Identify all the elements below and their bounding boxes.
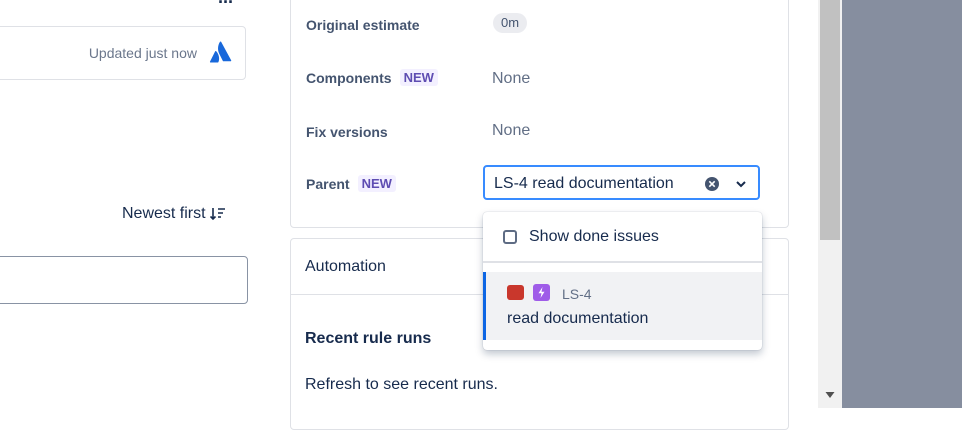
show-done-issues-option[interactable]: Show done issues xyxy=(483,212,762,261)
more-horizontal-icon: ··· xyxy=(218,0,234,12)
sort-order-button[interactable]: Newest first xyxy=(122,205,226,223)
modal-backdrop[interactable] xyxy=(842,0,962,408)
new-lozenge: NEW xyxy=(399,69,438,86)
original-estimate-value[interactable]: 0m xyxy=(493,13,528,33)
automation-title[interactable]: Automation xyxy=(305,258,386,276)
scroll-down-arrow-icon[interactable] xyxy=(823,389,837,401)
new-lozenge: NEW xyxy=(357,175,396,192)
parent-select[interactable]: LS-4 read documentation xyxy=(483,165,760,200)
refresh-hint-text: Refresh to see recent runs. xyxy=(305,376,498,393)
parent-select-value[interactable]: LS-4 read documentation xyxy=(494,175,674,193)
parent-option-ls-4[interactable]: LS-4 read documentation xyxy=(483,272,762,340)
show-done-checkbox[interactable] xyxy=(503,229,517,244)
fix-versions-value[interactable]: None xyxy=(492,122,530,140)
recent-rule-runs-title: Recent rule runs xyxy=(305,330,432,347)
field-label-fix-versions: Fix versions xyxy=(306,124,388,140)
epic-lightning-icon xyxy=(533,284,550,301)
components-value[interactable]: None xyxy=(492,70,530,88)
issue-key: LS-4 xyxy=(562,286,592,302)
dropdown-divider xyxy=(483,261,762,263)
updated-status-card: Updated just now xyxy=(0,26,246,80)
sort-order-label: Newest first xyxy=(122,205,206,222)
atlassian-logo-icon xyxy=(209,41,232,63)
comment-input[interactable] xyxy=(0,256,248,304)
field-label-parent: Parent NEW xyxy=(306,175,396,192)
scrollbar-thumb[interactable] xyxy=(820,0,840,240)
status-square-icon xyxy=(507,285,524,300)
clear-icon[interactable] xyxy=(704,176,720,192)
field-label-original-estimate: Original estimate xyxy=(306,17,420,33)
sort-descending-icon xyxy=(209,208,225,221)
issue-summary: read documentation xyxy=(507,310,649,327)
chevron-down-icon[interactable] xyxy=(735,179,747,189)
field-label-components: Components NEW xyxy=(306,69,438,86)
show-done-label: Show done issues xyxy=(529,227,659,245)
more-actions-button[interactable]: ··· xyxy=(218,0,234,13)
updated-status-text: Updated just now xyxy=(88,45,197,61)
parent-dropdown-menu: Show done issues LS-4 read documentation xyxy=(483,212,762,350)
